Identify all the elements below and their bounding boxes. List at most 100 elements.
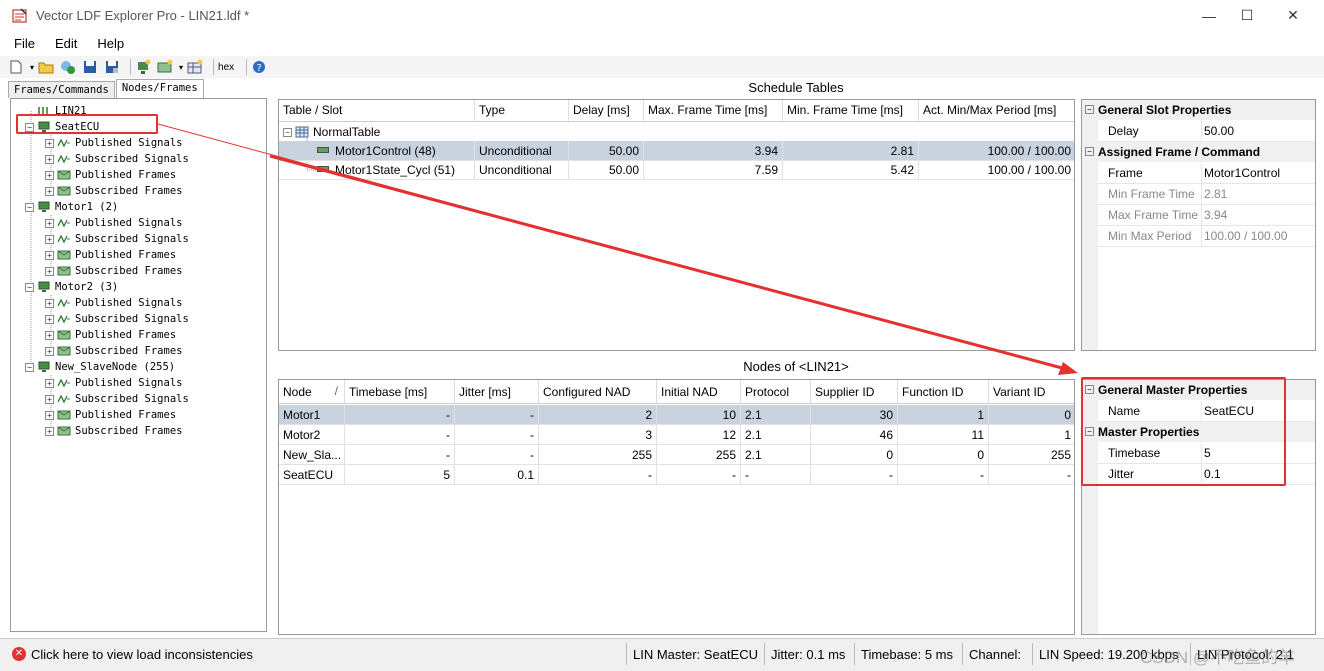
menu-file[interactable]: File xyxy=(14,36,35,51)
tree-child[interactable]: + Published Frames xyxy=(45,167,176,183)
node-cell[interactable]: 46 xyxy=(811,425,898,445)
node-cell[interactable]: 2.1 xyxy=(741,425,811,445)
node-cell[interactable]: 2.1 xyxy=(741,445,811,465)
open-folder-icon[interactable] xyxy=(38,59,54,75)
node-cell[interactable]: 255 xyxy=(539,445,657,465)
node-cell[interactable]: 0.1 xyxy=(455,465,539,485)
column-header[interactable]: Protocol xyxy=(741,380,811,404)
schedule-cell[interactable]: 50.00 xyxy=(569,141,644,161)
inconsistencies-link[interactable]: ✕ Click here to view load inconsistencie… xyxy=(6,643,259,665)
node-cell[interactable]: 3 xyxy=(539,425,657,445)
node-cell[interactable]: Motor2 xyxy=(279,425,345,445)
close-button[interactable]: ✕ xyxy=(1270,0,1316,31)
new-file-icon[interactable] xyxy=(8,59,24,75)
node-cell[interactable]: 1 xyxy=(989,425,1074,445)
tree-child[interactable]: + Subscribed Signals xyxy=(45,391,189,407)
tree-child[interactable]: + Subscribed Signals xyxy=(45,311,189,327)
tree-child[interactable]: + Published Signals xyxy=(45,135,182,151)
collapse-icon[interactable]: − xyxy=(1085,105,1094,114)
tree-child[interactable]: + Published Frames xyxy=(45,247,176,263)
add-dropdown-icon[interactable]: ▾ xyxy=(179,63,183,72)
collapse-icon[interactable]: − xyxy=(1085,147,1094,156)
schedule-cell[interactable]: Unconditional xyxy=(475,141,569,161)
prop-value-delay[interactable]: 50.00 xyxy=(1202,121,1315,142)
tree-node[interactable]: − Motor1 (2) xyxy=(25,199,118,215)
expand-icon[interactable]: + xyxy=(45,266,54,276)
menu-edit[interactable]: Edit xyxy=(55,36,77,51)
tab-frames-commands[interactable]: Frames/Commands xyxy=(8,81,115,98)
node-cell[interactable]: Motor1 xyxy=(279,405,345,425)
collapse-icon[interactable]: − xyxy=(25,202,34,212)
node-cell[interactable]: 10 xyxy=(657,405,741,425)
node-cell[interactable]: - xyxy=(657,465,741,485)
schedule-cell[interactable]: 2.81 xyxy=(783,141,919,161)
column-header[interactable]: Configured NAD xyxy=(539,380,657,404)
schedule-cell[interactable]: 100.00 / 100.00 xyxy=(919,160,1074,180)
menu-help[interactable]: Help xyxy=(97,36,124,51)
schedule-cell[interactable]: 100.00 / 100.00 xyxy=(919,141,1074,161)
hex-toggle-button[interactable]: hex xyxy=(218,62,234,73)
column-header[interactable]: Type xyxy=(475,100,569,122)
node-cell[interactable]: 255 xyxy=(989,445,1074,465)
node-cell[interactable]: 0 xyxy=(898,445,989,465)
add-table-icon[interactable] xyxy=(187,59,203,75)
node-cell[interactable]: 0 xyxy=(989,405,1074,425)
expand-icon[interactable]: + xyxy=(45,234,54,244)
node-cell[interactable]: - xyxy=(345,425,455,445)
node-cell[interactable]: SeatECU xyxy=(279,465,345,485)
node-cell[interactable]: - xyxy=(811,465,898,485)
tree-child[interactable]: + Published Frames xyxy=(45,407,176,423)
expand-icon[interactable]: + xyxy=(45,394,54,404)
tree-child[interactable]: + Subscribed Frames xyxy=(45,183,182,199)
schedule-cell[interactable]: Unconditional xyxy=(475,160,569,180)
maximize-button[interactable]: ☐ xyxy=(1224,0,1270,31)
check-icon[interactable] xyxy=(60,59,76,75)
node-cell[interactable]: 30 xyxy=(811,405,898,425)
column-header[interactable]: Initial NAD xyxy=(657,380,741,404)
tree-child[interactable]: + Subscribed Frames xyxy=(45,263,182,279)
node-cell[interactable]: 5 xyxy=(345,465,455,485)
column-header[interactable]: Timebase [ms] xyxy=(345,380,455,404)
node-cell[interactable]: - xyxy=(989,465,1074,485)
new-dropdown-icon[interactable]: ▾ xyxy=(30,63,34,72)
expand-icon[interactable]: + xyxy=(45,154,54,164)
node-cell[interactable]: 1 xyxy=(898,405,989,425)
add-node-icon[interactable] xyxy=(135,59,151,75)
schedule-cell[interactable]: 7.59 xyxy=(644,160,783,180)
collapse-icon[interactable]: − xyxy=(25,282,34,292)
sort-icon[interactable]: / xyxy=(335,384,338,398)
tree-child[interactable]: + Subscribed Signals xyxy=(45,151,189,167)
node-cell[interactable]: 0 xyxy=(811,445,898,465)
node-cell[interactable]: - xyxy=(539,465,657,485)
node-cell[interactable]: New_Sla... xyxy=(279,445,345,465)
node-cell[interactable]: 12 xyxy=(657,425,741,445)
tree-child[interactable]: + Published Frames xyxy=(45,327,176,343)
prop-value-frame[interactable]: Motor1Control xyxy=(1202,163,1315,184)
tree-child[interactable]: + Published Signals xyxy=(45,295,182,311)
expand-icon[interactable]: + xyxy=(45,218,54,228)
save-as-icon[interactable] xyxy=(104,59,120,75)
node-cell[interactable]: - xyxy=(741,465,811,485)
expand-icon[interactable]: + xyxy=(45,426,54,436)
expand-icon[interactable]: + xyxy=(45,330,54,340)
add-frame-icon[interactable] xyxy=(157,59,173,75)
schedule-cell[interactable]: Motor1Control (48) xyxy=(279,141,475,161)
column-header[interactable]: Min. Frame Time [ms] xyxy=(783,100,919,122)
expand-icon[interactable]: + xyxy=(45,298,54,308)
save-icon[interactable] xyxy=(82,59,98,75)
node-cell[interactable]: 11 xyxy=(898,425,989,445)
node-cell[interactable]: 2 xyxy=(539,405,657,425)
column-header[interactable]: Node / xyxy=(279,380,345,404)
expand-icon[interactable]: + xyxy=(45,186,54,196)
column-header[interactable]: Supplier ID xyxy=(811,380,898,404)
tree-child[interactable]: + Subscribed Frames xyxy=(45,423,182,439)
node-cell[interactable]: - xyxy=(898,465,989,485)
column-header[interactable]: Function ID xyxy=(898,380,989,404)
expand-icon[interactable]: + xyxy=(45,314,54,324)
tree-child[interactable]: + Published Signals xyxy=(45,375,182,391)
schedule-cell[interactable]: 3.94 xyxy=(644,141,783,161)
column-header[interactable]: Variant ID xyxy=(989,380,1074,404)
help-icon[interactable]: ? xyxy=(251,59,267,75)
expand-icon[interactable]: + xyxy=(45,346,54,356)
column-header[interactable]: Act. Min/Max Period [ms] xyxy=(919,100,1074,122)
